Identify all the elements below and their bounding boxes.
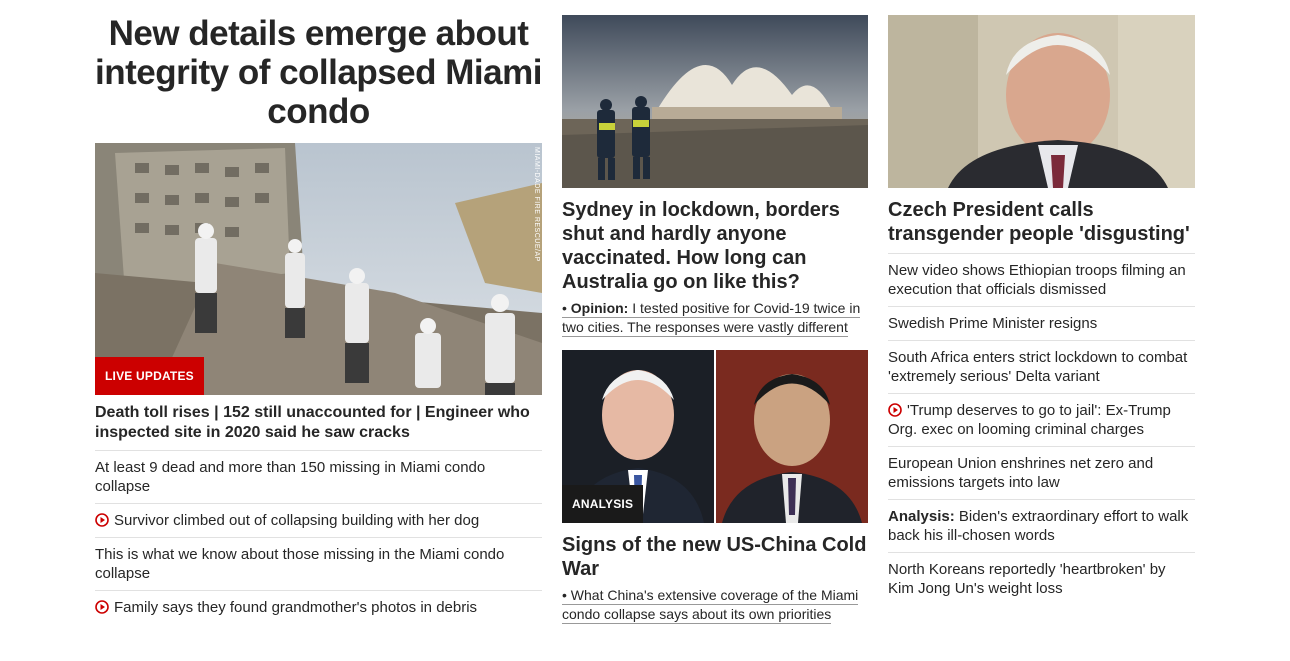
analysis-badge[interactable]: ANALYSIS <box>562 485 644 523</box>
image-credit: MIAMI-DADE FIRE RESCUE/AP <box>533 147 540 262</box>
list-item[interactable]: South Africa enters strict lockdown to c… <box>888 340 1195 393</box>
middle-column: Sydney in lockdown, borders shut and har… <box>562 0 868 624</box>
list-item[interactable]: European Union enshrines net zero and em… <box>888 446 1195 499</box>
main-story-column: New details emerge about integrity of co… <box>95 0 542 624</box>
list-item[interactable]: Analysis: Biden's extraordinary effort t… <box>888 499 1195 552</box>
main-story-title[interactable]: New details emerge about integrity of co… <box>95 14 542 131</box>
right-links-list: New video shows Ethiopian troops filming… <box>888 253 1195 605</box>
list-item[interactable]: 'Trump deserves to go to jail': Ex-Trump… <box>888 393 1195 446</box>
video-play-icon <box>888 403 902 417</box>
list-item[interactable]: Swedish Prime Minister resigns <box>888 306 1195 340</box>
china-coverage-link[interactable]: • What China's extensive coverage of the… <box>562 586 868 624</box>
list-item[interactable]: This is what we know about those missing… <box>95 537 542 590</box>
right-column: Czech President calls transgender people… <box>888 0 1195 605</box>
lead-headline[interactable]: Death toll rises | 152 still unaccounted… <box>95 403 542 443</box>
main-story-image[interactable]: MIAMI-DADE FIRE RESCUE/AP LIVE UPDATES <box>95 143 542 395</box>
czech-president-image[interactable] <box>888 15 1195 188</box>
opera-house-image <box>562 15 868 188</box>
list-item[interactable]: At least 9 dead and more than 150 missin… <box>95 450 542 503</box>
list-item[interactable]: Survivor climbed out of collapsing build… <box>95 503 542 537</box>
video-play-icon <box>95 513 109 527</box>
sydney-story-image[interactable] <box>562 15 868 188</box>
video-play-icon <box>95 600 109 614</box>
portrait-image <box>888 15 1195 188</box>
live-updates-badge[interactable]: LIVE UPDATES <box>95 357 204 395</box>
us-china-image[interactable]: ANALYSIS <box>562 350 868 523</box>
czech-headline[interactable]: Czech President calls transgender people… <box>888 198 1195 246</box>
list-item[interactable]: North Koreans reportedly 'heartbroken' b… <box>888 552 1195 605</box>
related-links-list: At least 9 dead and more than 150 missin… <box>95 450 542 624</box>
us-china-headline[interactable]: Signs of the new US-China Cold War <box>562 533 868 581</box>
list-item[interactable]: New video shows Ethiopian troops filming… <box>888 253 1195 306</box>
list-item[interactable]: Family says they found grandmother's pho… <box>95 590 542 624</box>
sydney-headline[interactable]: Sydney in lockdown, borders shut and har… <box>562 198 868 294</box>
opinion-link[interactable]: • Opinion: I tested positive for Covid-1… <box>562 299 868 337</box>
